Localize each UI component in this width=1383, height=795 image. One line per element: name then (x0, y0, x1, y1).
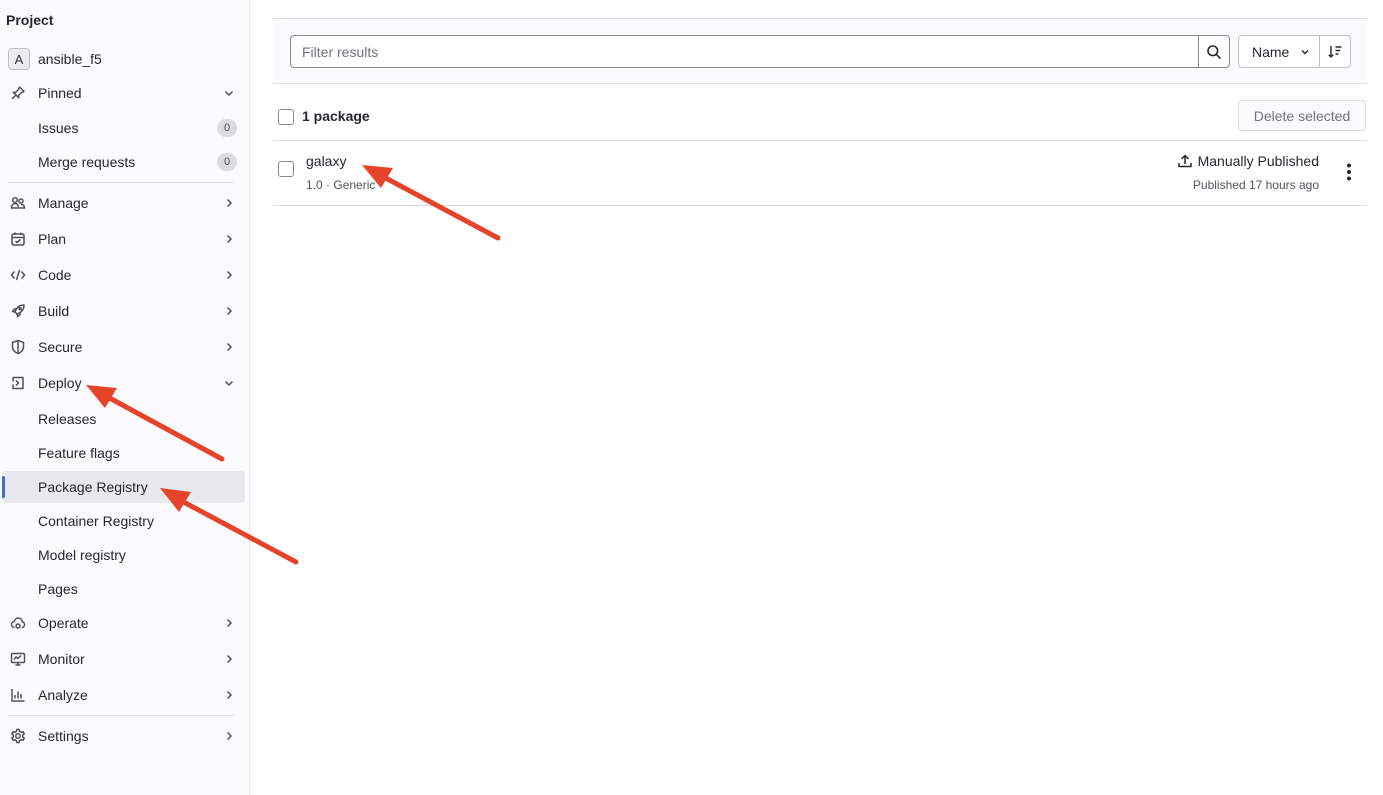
sidebar-item-build[interactable]: Build (2, 295, 245, 327)
sidebar-item-secure[interactable]: Secure (2, 331, 245, 363)
pin-icon (10, 85, 26, 101)
search-icon (1207, 44, 1222, 59)
sidebar-project-link[interactable]: A ansible_f5 (2, 43, 245, 75)
sidebar-item-label: Operate (38, 615, 89, 631)
project-avatar: A (8, 48, 30, 70)
chevron-right-icon (226, 618, 233, 628)
list-header: 1 package Delete selected (273, 100, 1367, 141)
more-actions-button[interactable] (1339, 160, 1359, 184)
sidebar-item-label: Releases (38, 411, 97, 427)
code-icon (10, 267, 26, 283)
chevron-down-icon (224, 90, 234, 97)
sort-direction-button[interactable] (1319, 35, 1351, 68)
sidebar-item-package-registry[interactable]: Package Registry (2, 471, 245, 503)
sidebar-divider (8, 182, 234, 183)
sidebar-item-label: Merge requests (38, 154, 136, 170)
meta-separator: · (326, 178, 331, 192)
chevron-right-icon (226, 198, 233, 208)
chevron-right-icon (226, 234, 233, 244)
package-count: 1 package (302, 108, 370, 124)
sidebar-item-label: Feature flags (38, 445, 120, 461)
sidebar-item-label: Settings (38, 728, 89, 744)
sidebar-item-operate[interactable]: Operate (2, 607, 245, 639)
chevron-right-icon (226, 270, 233, 280)
sidebar-item-code[interactable]: Code (2, 259, 245, 291)
monitor-icon (10, 651, 26, 667)
sidebar-item-label: Plan (38, 231, 67, 247)
sidebar-item-label: Pages (38, 581, 78, 597)
chevron-right-icon (226, 690, 233, 700)
select-all-checkbox[interactable] (278, 109, 294, 125)
sidebar-item-releases[interactable]: Releases (2, 403, 245, 435)
filter-bar: Name (273, 18, 1367, 84)
package-published-time: Published 17 hours ago (1192, 178, 1319, 192)
sidebar: Project A ansible_f5 Pinned Issues 0 Mer… (0, 0, 250, 795)
cloud-icon (10, 615, 26, 631)
upload-icon (1177, 154, 1192, 168)
package-status-label: Manually Published (1197, 153, 1319, 169)
sidebar-item-label: Manage (38, 195, 89, 211)
sidebar-item-label: Package Registry (38, 479, 148, 495)
chevron-right-icon (226, 731, 233, 741)
sidebar-item-feature-flags[interactable]: Feature flags (2, 437, 245, 469)
sidebar-item-monitor[interactable]: Monitor (2, 643, 245, 675)
sidebar-item-label: Code (38, 267, 72, 283)
calendar-icon (10, 231, 26, 247)
kebab-icon (1347, 163, 1351, 181)
sidebar-item-merge-requests[interactable]: Merge requests 0 (2, 146, 245, 178)
gear-icon (10, 728, 26, 744)
sort-lowest-icon (1328, 45, 1342, 58)
sidebar-item-label: Container Registry (38, 513, 154, 529)
chevron-right-icon (226, 654, 233, 664)
sidebar-item-label: Pinned (38, 85, 82, 101)
sidebar-item-pages[interactable]: Pages (2, 573, 245, 605)
package-name-link[interactable]: galaxy (306, 153, 346, 169)
package-row: galaxy 1.0 · Generic Manually Published … (273, 141, 1367, 206)
chevron-right-icon (226, 306, 233, 316)
sidebar-item-model-registry[interactable]: Model registry (2, 539, 245, 571)
main-content: Name 1 package Delete selected galaxy 1.… (250, 0, 1383, 795)
sidebar-item-label: Deploy (38, 375, 82, 391)
sidebar-item-label: Model registry (38, 547, 126, 563)
sidebar-item-label: Issues (38, 120, 79, 136)
count-badge: 0 (217, 119, 237, 137)
filter-input[interactable] (290, 35, 1199, 68)
sidebar-item-pinned[interactable]: Pinned (2, 77, 245, 109)
search-button[interactable] (1198, 35, 1230, 68)
sidebar-heading: Project (6, 12, 54, 28)
sidebar-item-label: Build (38, 303, 70, 319)
sidebar-item-settings[interactable]: Settings (2, 720, 245, 752)
package-type: Generic (333, 178, 376, 192)
rocket-icon (10, 303, 26, 319)
sidebar-item-label: Secure (38, 339, 83, 355)
package-version: 1.0 (306, 178, 323, 192)
shield-icon (10, 339, 26, 355)
package-status: Manually Published (1177, 153, 1319, 169)
chevron-down-icon (1301, 50, 1309, 55)
sidebar-item-label: Analyze (38, 687, 88, 703)
package-checkbox[interactable] (278, 161, 294, 177)
sidebar-item-container-registry[interactable]: Container Registry (2, 505, 245, 537)
sidebar-item-deploy[interactable]: Deploy (2, 367, 245, 399)
sort-label: Name (1252, 43, 1290, 60)
sidebar-item-manage[interactable]: Manage (2, 187, 245, 219)
sidebar-item-plan[interactable]: Plan (2, 223, 245, 255)
deploy-icon (10, 375, 26, 391)
delete-selected-button[interactable]: Delete selected (1238, 100, 1366, 131)
chart-icon (10, 687, 26, 703)
package-meta: 1.0 · Generic (306, 178, 375, 192)
count-badge: 0 (217, 153, 237, 171)
users-icon (10, 195, 26, 211)
sort-dropdown[interactable]: Name (1238, 35, 1320, 68)
sidebar-item-issues[interactable]: Issues 0 (2, 112, 245, 144)
chevron-right-icon (226, 342, 233, 352)
sidebar-item-label: Monitor (38, 651, 85, 667)
chevron-down-icon (224, 380, 234, 387)
project-name: ansible_f5 (38, 51, 102, 67)
sidebar-divider (8, 715, 234, 716)
sidebar-item-analyze[interactable]: Analyze (2, 679, 245, 711)
